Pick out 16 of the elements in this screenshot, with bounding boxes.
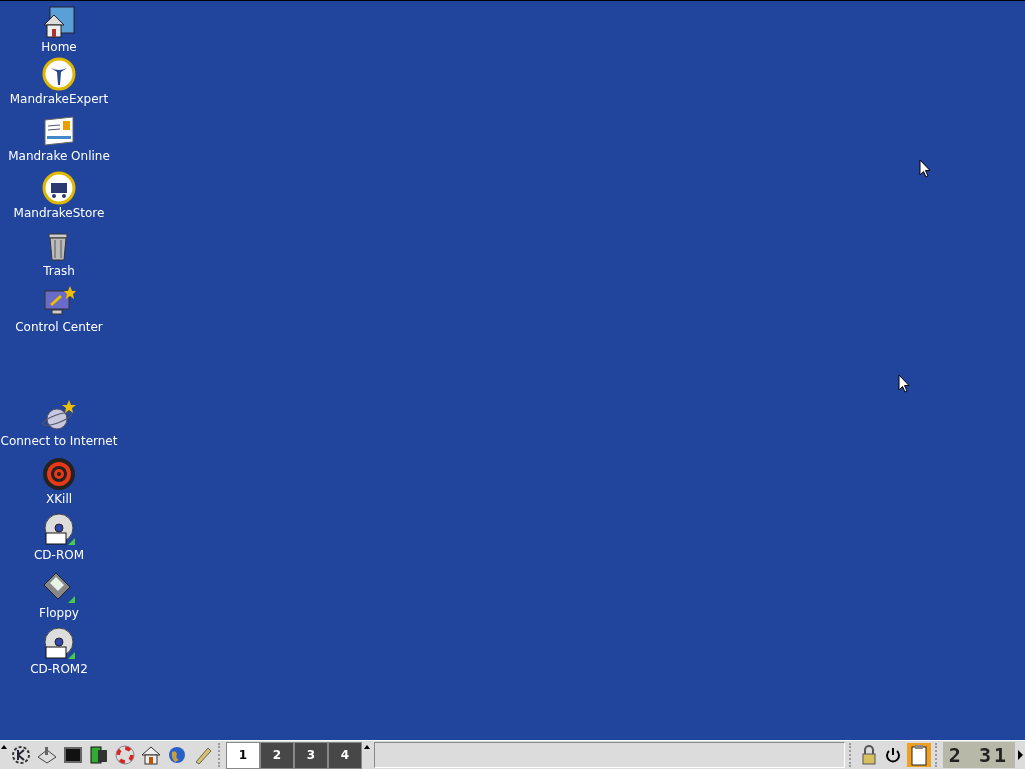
desktop-switch-button[interactable]: 2 [260, 741, 294, 769]
icon-label[interactable]: Mandrake Online [8, 149, 110, 163]
desktop-switch-button[interactable]: 4 [328, 741, 362, 769]
icon-label[interactable]: Home [41, 40, 77, 54]
icon-label[interactable]: Control Center [15, 320, 103, 334]
icon-label[interactable]: Trash [43, 264, 75, 278]
icon-label[interactable]: MandrakeExpert [9, 92, 109, 106]
icon-label[interactable]: CD-ROM2 [30, 662, 88, 676]
icon-label[interactable]: Floppy [39, 606, 79, 620]
desktop-switch-button[interactable]: 1 [226, 741, 260, 769]
desktop-switch-button[interactable]: 3 [294, 741, 328, 769]
icon-label[interactable]: CD-ROM [33, 548, 85, 562]
icon-label[interactable]: MandrakeStore [13, 206, 105, 220]
icon-label[interactable]: Connect to Internet [0, 434, 118, 448]
icon-label[interactable]: XKill [45, 492, 73, 506]
clock[interactable]: 2 31 [942, 742, 1015, 768]
